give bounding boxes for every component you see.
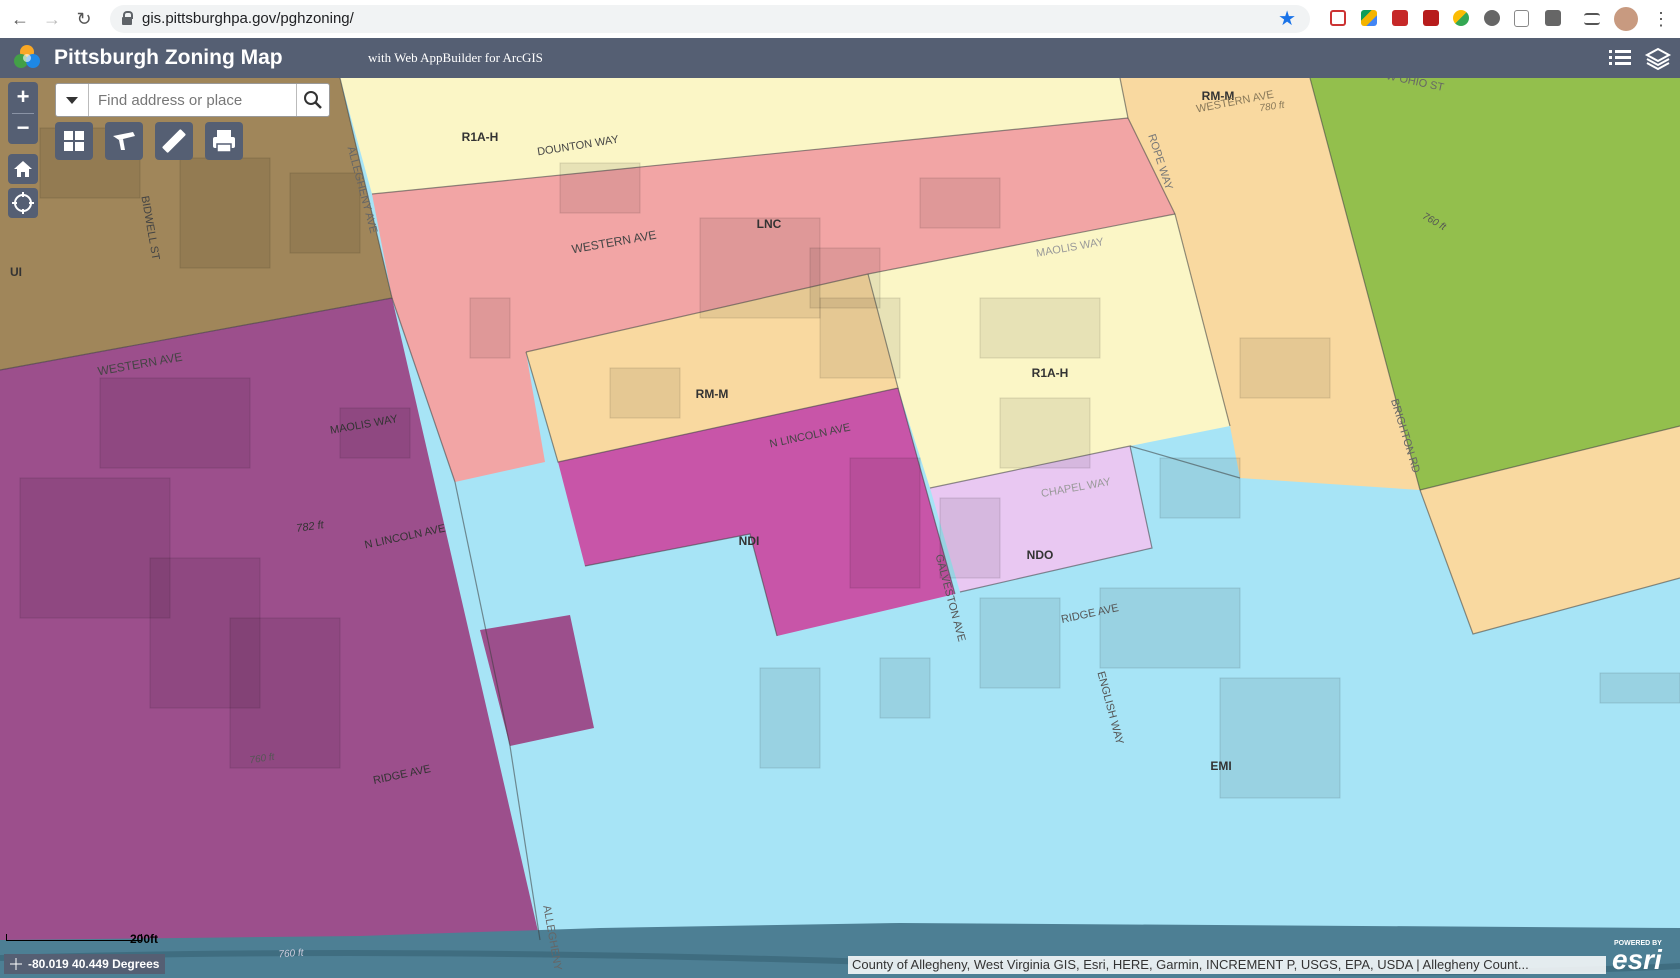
zone-label-lnc: LNC — [756, 217, 782, 231]
scale-label: 200ft — [130, 932, 159, 946]
esri-wordmark: esri — [1612, 944, 1662, 975]
home-button[interactable] — [8, 154, 38, 184]
drive-extension-icon[interactable] — [1361, 10, 1377, 26]
lock-icon — [122, 11, 133, 25]
search-button[interactable] — [296, 84, 329, 116]
measurement-button[interactable] — [155, 122, 193, 160]
basemap-gallery-button[interactable] — [55, 122, 93, 160]
draw-tool-button[interactable] — [105, 122, 143, 160]
zone-label-ndi: NDI — [738, 534, 760, 548]
zone-label-r1a-h-north: R1A-H — [461, 130, 499, 144]
scale-bar — [6, 932, 142, 944]
reload-icon[interactable]: ↻ — [72, 7, 96, 31]
search-widget — [55, 83, 330, 117]
coordinate-readout[interactable]: -80.019 40.449 Degrees — [4, 954, 166, 974]
zone-label-r1a-h-middle: R1A-H — [1031, 366, 1069, 380]
profile-avatar[interactable] — [1614, 7, 1638, 31]
draw-brush-icon — [113, 132, 135, 150]
pdf-extension-icon[interactable] — [1423, 10, 1439, 26]
bookmark-star-icon[interactable]: ★ — [1278, 7, 1296, 31]
shield-extension-icon[interactable] — [1392, 10, 1408, 26]
forward-arrow-icon[interactable]: → — [40, 7, 64, 31]
app-logo-icon — [14, 45, 40, 68]
printer-icon — [213, 130, 235, 153]
locate-button[interactable] — [8, 188, 38, 218]
elevation-label: 760 ft — [278, 947, 304, 961]
zoom-out-button[interactable]: − — [8, 113, 38, 143]
map-view[interactable]: R1A-H LNC RM-M R1A-H RM-M UI NDI NDO EMI… — [0, 78, 1680, 978]
app-header: Pittsburgh Zoning Map with Web AppBuilde… — [0, 38, 1680, 78]
puzzle-extensions-icon[interactable] — [1545, 10, 1561, 26]
reading-list-icon[interactable] — [1584, 13, 1600, 25]
locate-crosshair-icon — [12, 192, 34, 214]
back-arrow-icon[interactable]: ← — [8, 7, 32, 31]
coordinate-text: -80.019 40.449 Degrees — [28, 957, 160, 971]
wordpress-extension-icon[interactable] — [1484, 10, 1500, 26]
home-icon — [14, 161, 32, 177]
crosshair-icon — [10, 958, 22, 970]
zone-label-rm-m-middle: RM-M — [695, 387, 729, 401]
esri-logo[interactable]: POWERED BY esri — [1612, 938, 1678, 978]
browser-toolbar: ← → ↻ gis.pittsburghpa.gov/pghzoning/ ★ … — [0, 0, 1680, 39]
search-icon — [304, 91, 322, 109]
legend-list-icon[interactable] — [1606, 44, 1634, 72]
address-bar[interactable]: gis.pittsburghpa.gov/pghzoning/ ★ — [110, 5, 1310, 33]
search-input[interactable] — [90, 84, 306, 116]
grid-icon — [64, 131, 84, 151]
zone-label-ui: UI — [10, 265, 22, 279]
search-source-dropdown[interactable] — [56, 84, 89, 116]
zoom-control: + − — [8, 82, 38, 144]
browser-menu-icon[interactable]: ⋮ — [1652, 7, 1670, 31]
document-extension-icon[interactable] — [1514, 10, 1529, 27]
app-subtitle: with Web AppBuilder for ArcGIS — [368, 50, 543, 65]
ruler-icon — [162, 129, 186, 153]
layers-icon[interactable] — [1644, 44, 1672, 72]
colorful-extension-icon[interactable] — [1453, 10, 1469, 26]
map-attribution[interactable]: County of Allegheny, West Virginia GIS, … — [848, 956, 1606, 974]
url-text: gis.pittsburghpa.gov/pghzoning/ — [142, 10, 354, 27]
pocket-extension-icon[interactable] — [1330, 10, 1346, 26]
print-button[interactable] — [205, 122, 243, 160]
zone-label-ndo: NDO — [1026, 548, 1054, 562]
zone-label-emi: EMI — [1210, 759, 1232, 773]
app-title: Pittsburgh Zoning Map — [54, 46, 283, 69]
zoom-in-button[interactable]: + — [8, 82, 38, 112]
